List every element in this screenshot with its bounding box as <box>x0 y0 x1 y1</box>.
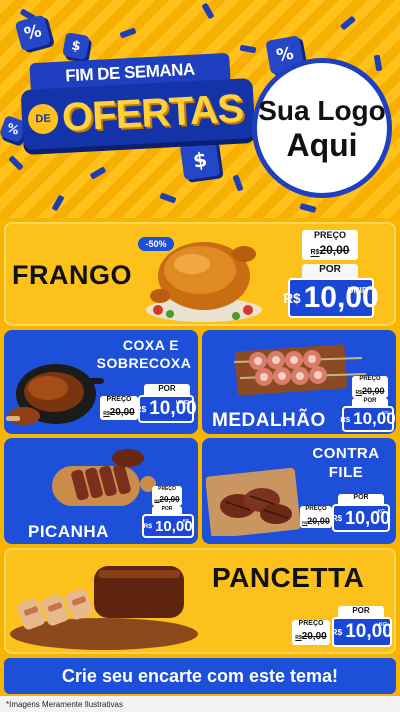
new-price: R$ 10,00 KG <box>332 504 390 532</box>
new-price: R$ 10,00 KG <box>142 514 194 538</box>
old-price: R$20,00 <box>352 386 388 398</box>
product-name: CONTRA FILE <box>306 444 386 482</box>
por-label: POR <box>338 494 384 504</box>
preco-label: PREÇO <box>292 620 330 631</box>
preco-label: PREÇO <box>352 376 388 386</box>
price-value: 10,00 <box>353 409 396 428</box>
price-unit: UNID <box>176 400 189 406</box>
price-currency: R$ <box>340 414 351 424</box>
price-unit: KG <box>377 509 385 515</box>
new-price: R$ 10,00 KG <box>331 617 393 647</box>
product-name: FRANGO <box>12 260 132 290</box>
confetti <box>119 27 137 39</box>
logo-line2: Aqui <box>286 127 358 163</box>
product-name: COXA E SOBRECOXA <box>97 336 194 372</box>
product-card-coxa-sobrecoxa[interactable]: COXA E SOBRECOXA PREÇO R$20,00 POR R$ 10… <box>4 330 198 434</box>
header-banner: % $ % $ % FIM DE SEMANA DE OFERTAS Sua L… <box>0 0 400 218</box>
pancetta-board-image <box>10 566 198 650</box>
chicken-pan-image <box>6 364 104 425</box>
confetti <box>51 194 65 212</box>
product-name-line2: FILE <box>328 464 364 481</box>
cta-banner[interactable]: Crie seu encarte com este tema! <box>4 658 396 694</box>
price-unit: KG <box>381 411 389 416</box>
price-currency: R$ <box>143 522 153 530</box>
old-price: R$20,00 <box>300 516 332 528</box>
confetti <box>159 192 177 204</box>
old-price: R$20,00 <box>302 243 358 260</box>
price-currency: R$ <box>135 404 147 414</box>
price-unit: KG <box>182 518 189 523</box>
product-card-medalhao[interactable]: MEDALHÃO PREÇO R$20,00 POR R$ 10,00 KG <box>202 330 396 434</box>
product-card-frango[interactable]: FRANGO PREÇO R$20,00 POR R$ 10,00 UNID <box>4 222 396 326</box>
product-name: PANCETTA <box>212 562 365 593</box>
preco-label: PREÇO <box>152 486 182 495</box>
old-price-value: 20,00 <box>319 243 350 257</box>
logo-placeholder[interactable]: Sua Logo Aqui <box>252 58 392 198</box>
por-label: POR <box>152 506 182 514</box>
price-currency: R$ <box>331 513 343 523</box>
product-name-line1: COXA E <box>122 337 180 353</box>
por-label: POR <box>302 264 358 278</box>
confetti <box>89 166 107 180</box>
product-name: PICANHA <box>28 522 109 541</box>
disclaimer-text: *Imagens Meramente Ilustrativas <box>0 696 400 712</box>
product-name: MEDALHÃO <box>212 410 326 431</box>
title-offers: DE OFERTAS <box>20 77 256 151</box>
por-label: POR <box>144 384 190 395</box>
new-price: R$ 10,00 KG <box>340 406 396 432</box>
por-label: POR <box>338 606 384 617</box>
confetti <box>299 203 317 213</box>
discount-badge: -50% <box>138 237 174 251</box>
price-unit: UNID <box>347 285 368 295</box>
old-price-value: 20,00 <box>361 386 385 396</box>
dollar-cube-icon: $ <box>179 139 221 181</box>
title-de-badge: DE <box>27 103 59 135</box>
confetti <box>373 54 383 72</box>
old-price: R$20,00 <box>152 495 182 506</box>
new-price: R$ 10,00 UNID <box>135 395 197 423</box>
contra-file-board-image <box>206 467 301 536</box>
confetti <box>201 2 215 20</box>
price-value: 10,00 <box>149 398 197 419</box>
picanha-board-image <box>52 449 156 506</box>
old-price: R$20,00 <box>100 407 138 420</box>
confetti <box>339 15 357 31</box>
new-price: R$ 10,00 UNID <box>283 278 379 318</box>
logo-line1: Sua Logo <box>258 95 386 126</box>
old-price-value: 20,00 <box>159 495 180 504</box>
product-name-line2: SOBRECOXA <box>96 355 192 371</box>
medallion-skewers-image <box>233 344 366 396</box>
product-name-line1: CONTRA <box>312 445 380 462</box>
confetti <box>8 155 24 171</box>
price-unit: KG <box>379 622 387 628</box>
product-card-pancetta[interactable]: PANCETTA PREÇO R$20,00 POR R$ 10,00 KG <box>4 548 396 654</box>
product-card-picanha[interactable]: PICANHA PREÇO R$20,00 POR R$ 10,00 KG <box>4 438 198 544</box>
dollar-cube-icon: $ <box>62 32 90 60</box>
product-card-contra-file[interactable]: CONTRA FILE PREÇO R$20,00 POR R$ 10,00 K… <box>202 438 396 544</box>
old-price-value: 20,00 <box>301 631 327 642</box>
old-price-value: 20,00 <box>307 516 330 526</box>
confetti <box>239 44 257 54</box>
old-price-value: 20,00 <box>109 407 135 418</box>
preco-label: PREÇO <box>302 230 358 243</box>
price-currency: R$ <box>283 290 301 306</box>
preco-label: PREÇO <box>100 396 138 407</box>
percent-cube-icon: % <box>14 14 52 52</box>
title-offers-text: OFERTAS <box>60 86 245 140</box>
preco-label: PREÇO <box>300 506 332 516</box>
old-price: R$20,00 <box>292 631 330 645</box>
confetti <box>232 174 244 192</box>
price-currency: R$ <box>331 627 343 637</box>
